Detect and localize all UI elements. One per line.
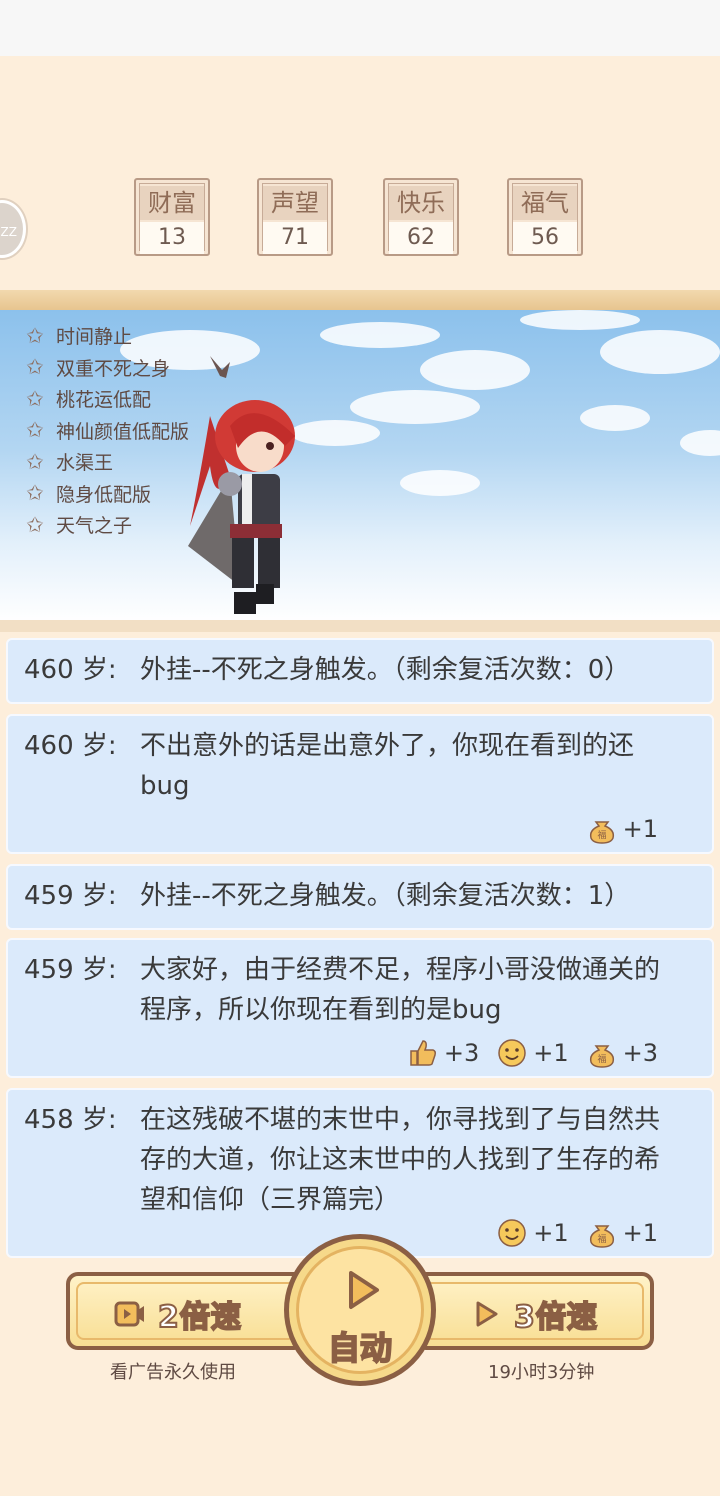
- cloud: [600, 330, 720, 374]
- reward-happiness: +1: [497, 1038, 569, 1068]
- reward-happiness: +1: [497, 1218, 569, 1248]
- svg-text:福: 福: [597, 1053, 606, 1065]
- star-icon: ✩: [26, 323, 44, 348]
- stat-value: 56: [513, 222, 577, 254]
- reward-value: +1: [533, 1219, 569, 1247]
- smiley-icon: [498, 1039, 526, 1067]
- speed-3x-caption: 19小时3分钟: [488, 1362, 595, 1383]
- svg-text:福: 福: [597, 1233, 606, 1245]
- speed-3x-button[interactable]: 3倍速: [414, 1272, 654, 1350]
- auto-label: 自动: [327, 1328, 393, 1368]
- video-play-icon: [114, 1301, 144, 1327]
- character-scene: ✩ 时间静止 ✩ 双重不死之身 ✩ 桃花运低配 ✩ 神仙颜值低配版 ✩ 水渠王 ✩ 隐身低配…: [0, 310, 720, 622]
- log-rewards: +1 福 +1: [497, 1218, 658, 1248]
- log-text: 在这残破不堪的末世中，你寻找到了与自然共存的大道，你让这末世中的人找到了生存的希…: [140, 1105, 661, 1215]
- cloud: [580, 405, 650, 431]
- reward-reputation: +3: [408, 1038, 479, 1068]
- smiley-icon: [498, 1219, 526, 1247]
- stat-happiness: 快乐 62: [383, 178, 459, 256]
- log-text: 不出意外的话是出意外了，你现在看到的还bug: [140, 731, 635, 801]
- reward-value: +3: [443, 1039, 480, 1067]
- reward-fortune: 福 +1: [587, 814, 658, 844]
- life-log: 460 岁: 外挂--不死之身触发。（剩余复活次数：0） 460 岁: 不出意外…: [0, 632, 720, 1260]
- cloud: [680, 430, 720, 456]
- speed-2x-caption: 看广告永久使用: [110, 1362, 236, 1383]
- log-age: 460 岁:: [24, 655, 117, 685]
- stat-label: 财富: [140, 186, 204, 220]
- cloud: [420, 350, 530, 390]
- scene-frame-bottom: [0, 620, 720, 632]
- scene-frame-top: [0, 290, 720, 312]
- star-icon: ✩: [26, 386, 44, 411]
- play-icon: [349, 1271, 379, 1309]
- stats-header: [0, 56, 720, 290]
- log-text: 外挂--不死之身触发。（剩余复活次数：1）: [140, 881, 631, 911]
- speed-3x-label: 3倍速: [513, 1299, 598, 1336]
- log-age: 460 岁:: [24, 731, 117, 761]
- svg-text:福: 福: [597, 829, 606, 841]
- lucky-bag-icon: 福: [589, 1225, 614, 1248]
- reward-value: +1: [622, 1219, 658, 1247]
- log-text: 外挂--不死之身触发。（剩余复活次数：0）: [140, 655, 631, 685]
- character-avatar: [188, 356, 295, 614]
- star-icon: ✩: [26, 512, 44, 537]
- log-entry: 460 岁: 外挂--不死之身触发。（剩余复活次数：0）: [6, 638, 714, 704]
- cloud: [400, 470, 480, 496]
- cloud: [520, 310, 640, 330]
- stat-fortune: 福气 56: [507, 178, 583, 256]
- star-icon: ✩: [26, 418, 44, 443]
- stat-label: 快乐: [389, 186, 453, 220]
- stat-value: 62: [389, 222, 453, 254]
- play-icon: [476, 1301, 498, 1327]
- speed-2x-label: 2倍速: [157, 1299, 242, 1336]
- log-age: 459 岁:: [24, 955, 117, 985]
- star-icon: ✩: [26, 481, 44, 506]
- log-entry: 460 岁: 不出意外的话是出意外了，你现在看到的还bug 福 +1: [6, 714, 714, 854]
- stat-label: 福气: [513, 186, 577, 220]
- stat-reputation: 声望 71: [257, 178, 333, 256]
- reward-value: +1: [533, 1039, 569, 1067]
- reward-value: +3: [622, 1039, 658, 1067]
- star-icon: ✩: [26, 355, 44, 380]
- stat-label: 声望: [263, 186, 327, 220]
- log-age: 458 岁:: [24, 1105, 117, 1135]
- cloud: [350, 390, 480, 424]
- log-entry: 458 岁: 在这残破不堪的末世中，你寻找到了与自然共存的大道，你让这末世中的人…: [6, 1088, 714, 1258]
- auto-button[interactable]: 自动: [284, 1234, 436, 1386]
- buff-item: ✩ 时间静止: [26, 323, 133, 349]
- log-age: 459 岁:: [24, 881, 117, 911]
- stat-value: 71: [263, 222, 327, 254]
- log-rewards: +3 +1 福 +3: [408, 1038, 658, 1068]
- lucky-bag-icon: 福: [589, 821, 614, 844]
- log-entry: 459 岁: 大家好，由于经费不足，程序小哥没做通关的程序，所以你现在看到的是b…: [6, 938, 714, 1078]
- lucky-bag-icon: 福: [589, 1045, 614, 1068]
- stat-value: 13: [140, 222, 204, 254]
- log-rewards: 福 +1: [587, 814, 658, 844]
- log-entry: 459 岁: 外挂--不死之身触发。（剩余复活次数：1）: [6, 864, 714, 930]
- thumbs-up-icon: [410, 1040, 436, 1066]
- reward-value: +1: [622, 815, 658, 843]
- reward-fortune: 福 +3: [587, 1038, 658, 1068]
- stat-wealth: 财富 13: [134, 178, 210, 256]
- log-text: 大家好，由于经费不足，程序小哥没做通关的程序，所以你现在看到的是bug: [140, 955, 661, 1025]
- reward-fortune: 福 +1: [587, 1218, 658, 1248]
- status-bar: [0, 0, 720, 56]
- star-icon: ✩: [26, 449, 44, 474]
- cloud: [320, 322, 440, 348]
- speed-2x-button[interactable]: 2倍速: [66, 1272, 306, 1350]
